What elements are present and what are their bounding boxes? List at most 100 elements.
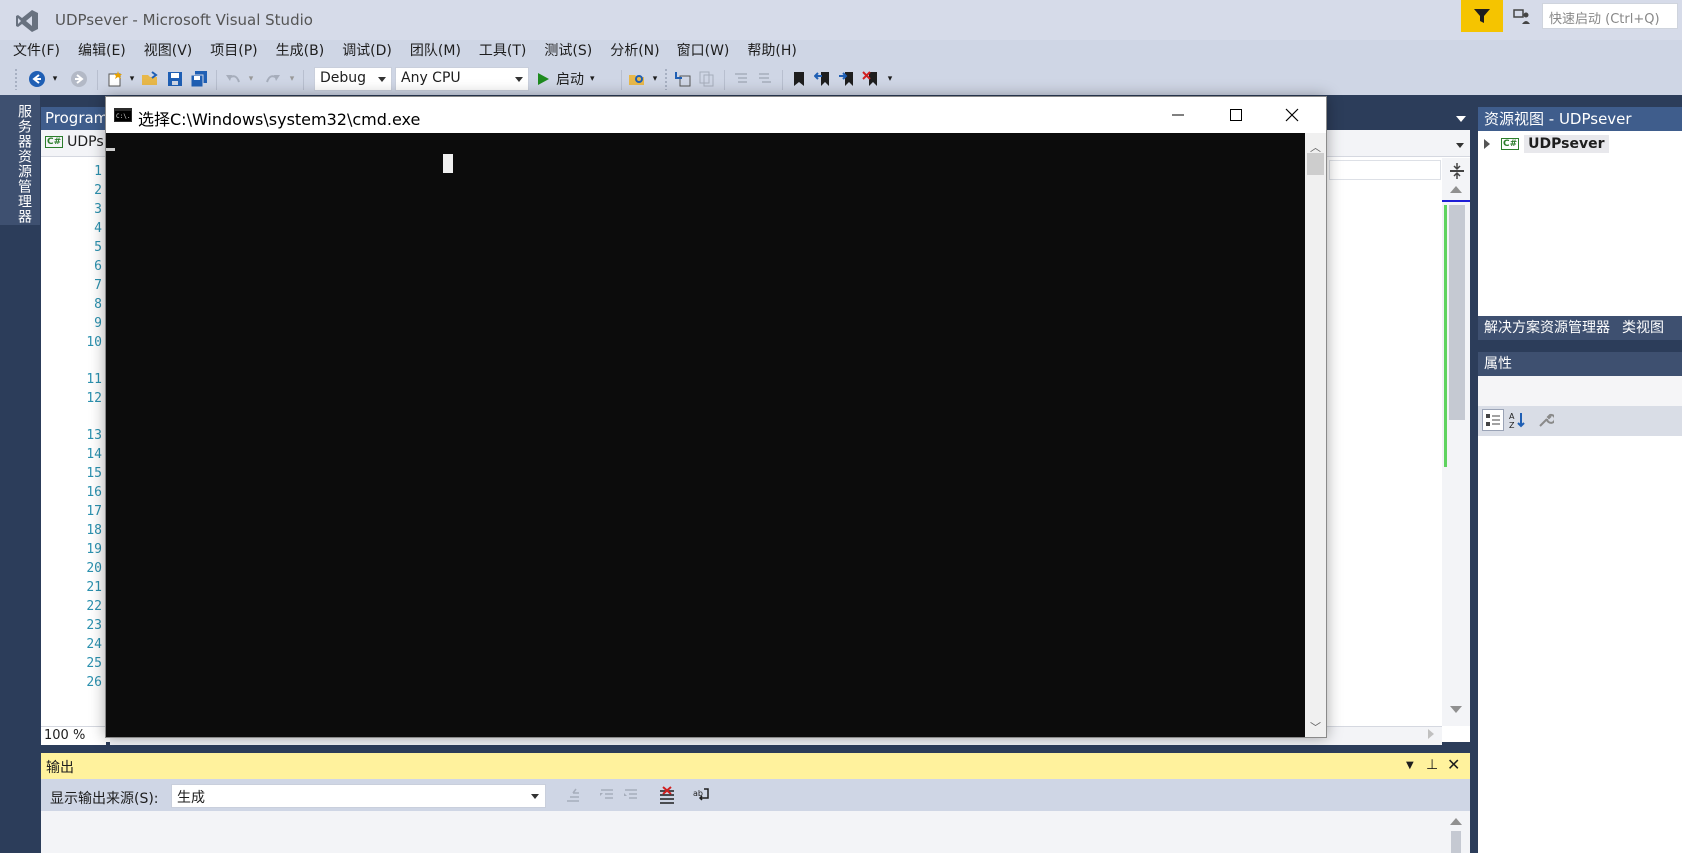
line-number: 2 [94,183,102,198]
output-text-area[interactable] [41,811,1470,853]
member-navigation-dropdown[interactable] [1329,160,1441,180]
toolbar-options-chevron-icon[interactable]: ▾ [884,68,896,90]
clear-all-button[interactable] [656,784,678,806]
pin-icon[interactable]: ⊥ [1426,757,1438,773]
document-list-chevron-icon[interactable] [1456,116,1466,122]
visual-studio-logo-icon [16,10,38,32]
line-number: 16 [86,485,102,500]
navigate-forward-button[interactable] [68,68,90,90]
menu-project[interactable]: 项目(P) [201,40,266,62]
alphabetical-view-button[interactable]: AZ [1506,409,1528,431]
comment-out-button[interactable] [730,68,752,90]
maximize-button[interactable] [1214,100,1258,130]
menu-edit[interactable]: 编辑(E) [69,40,135,62]
output-panel-menu-chevron-icon[interactable]: ▼ [1406,760,1414,771]
categorized-view-button[interactable] [1482,409,1504,431]
editor-scroll-thumb[interactable] [1449,205,1465,420]
platform-value: Any CPU [401,70,461,86]
toolbar-grip[interactable] [14,68,18,90]
copy-button[interactable] [696,68,718,90]
line-number: 23 [86,618,102,633]
previous-bookmark-button[interactable] [812,68,834,90]
tab-class-view[interactable]: 类视图 [1616,316,1670,340]
step-into-button[interactable] [672,68,694,90]
uncomment-button[interactable] [754,68,776,90]
toggle-bookmark-button[interactable] [788,68,810,90]
console-scroll-thumb[interactable] [1307,153,1324,175]
undo-icon [226,75,240,83]
scroll-right-arrow-icon[interactable] [1428,729,1434,739]
wrench-icon [1539,413,1554,427]
menu-test[interactable]: 测试(S) [535,40,601,62]
redo-dropdown-chevron-icon[interactable]: ▾ [287,68,297,90]
save-disk-icon [168,72,182,86]
scroll-down-arrow-icon[interactable] [1450,706,1462,713]
find-next-message-button[interactable] [620,784,642,806]
property-pages-button[interactable] [1535,409,1557,431]
menu-file[interactable]: 文件(F) [4,40,69,62]
change-tracking-marker [1444,205,1447,467]
redo-button[interactable] [262,68,284,90]
chevron-down-icon [531,794,539,799]
console-scroll-down-arrow-icon[interactable]: ﹀ [1310,719,1321,735]
save-all-button[interactable] [188,68,210,90]
menu-tools[interactable]: 工具(T) [470,40,535,62]
toolbar-grip[interactable] [664,68,668,90]
toggle-word-wrap-button[interactable]: ab [690,784,712,806]
bookmark-prev-icon [814,72,829,86]
clear-all-icon [660,786,674,804]
clear-bookmarks-button[interactable] [860,68,882,90]
console-vertical-scrollbar[interactable] [1305,133,1326,737]
save-all-icon [190,71,207,88]
solution-platform-dropdown[interactable]: Any CPU [395,67,529,91]
menu-analyze[interactable]: 分析(N) [601,40,668,62]
split-window-icon[interactable] [1448,162,1466,180]
resource-tree-item[interactable]: C# UDPsever [1484,135,1609,153]
properties-object-selector[interactable] [1478,376,1682,406]
start-dropdown-chevron-icon[interactable]: ▾ [590,74,595,84]
close-icon[interactable]: ✕ [1447,755,1460,774]
save-button[interactable] [164,68,186,90]
menu-window[interactable]: 窗口(W) [668,40,739,62]
scroll-up-arrow-icon[interactable] [1450,186,1462,193]
console-output-area[interactable] [106,133,1305,737]
menu-debug[interactable]: 调试(D) [333,40,401,62]
find-previous-message-button[interactable] [596,784,618,806]
navigate-back-button[interactable] [26,68,48,90]
minimize-button[interactable] [1156,100,1200,130]
menu-view[interactable]: 视图(V) [135,40,202,62]
member-dropdown-chevron-icon[interactable] [1456,143,1464,148]
undo-dropdown-chevron-icon[interactable]: ▾ [246,68,256,90]
scroll-caret-marker [1442,200,1470,202]
output-scroll-up-arrow-icon[interactable] [1447,815,1465,853]
toolbar-overflow-chevron-icon[interactable]: ▾ [650,68,660,90]
menu-team[interactable]: 团队(M) [401,40,470,62]
project-navigation-dropdown[interactable]: C# UDPs [45,134,104,150]
quick-launch-input[interactable]: 快速启动 (Ctrl+Q) [1542,3,1678,29]
open-file-button[interactable] [139,68,161,90]
tab-solution-explorer[interactable]: 解决方案资源管理器 [1478,316,1616,340]
notification-filter-button[interactable] [1461,0,1503,32]
start-debugging-button[interactable]: 启动 ▾ [536,68,616,90]
redo-icon [266,75,280,83]
back-dropdown-chevron-icon[interactable]: ▾ [50,68,60,90]
next-bookmark-button[interactable] [836,68,858,90]
undo-button[interactable] [222,68,244,90]
menu-build[interactable]: 生成(B) [267,40,334,62]
menu-bar: 文件(F) 编辑(E) 视图(V) 项目(P) 生成(B) 调试(D) 团队(M… [0,40,1682,62]
output-source-dropdown[interactable]: 生成 [171,784,546,808]
go-to-line-button[interactable] [562,784,584,806]
filter-icon [1474,9,1490,23]
line-number: 14 [86,447,102,462]
find-in-files-button[interactable] [626,68,648,90]
console-scroll-up-arrow-icon[interactable]: ︿ [1310,139,1321,155]
menu-help[interactable]: 帮助(H) [738,40,805,62]
feedback-button[interactable] [1509,4,1535,28]
expand-arrow-icon[interactable] [1484,139,1490,149]
close-button[interactable] [1270,100,1314,130]
solution-configuration-dropdown[interactable]: Debug [314,67,392,91]
line-number: 25 [86,656,102,671]
new-dropdown-chevron-icon[interactable]: ▾ [127,68,137,90]
zoom-level-dropdown[interactable]: 100 % [41,726,106,745]
new-project-button[interactable] [104,68,126,90]
